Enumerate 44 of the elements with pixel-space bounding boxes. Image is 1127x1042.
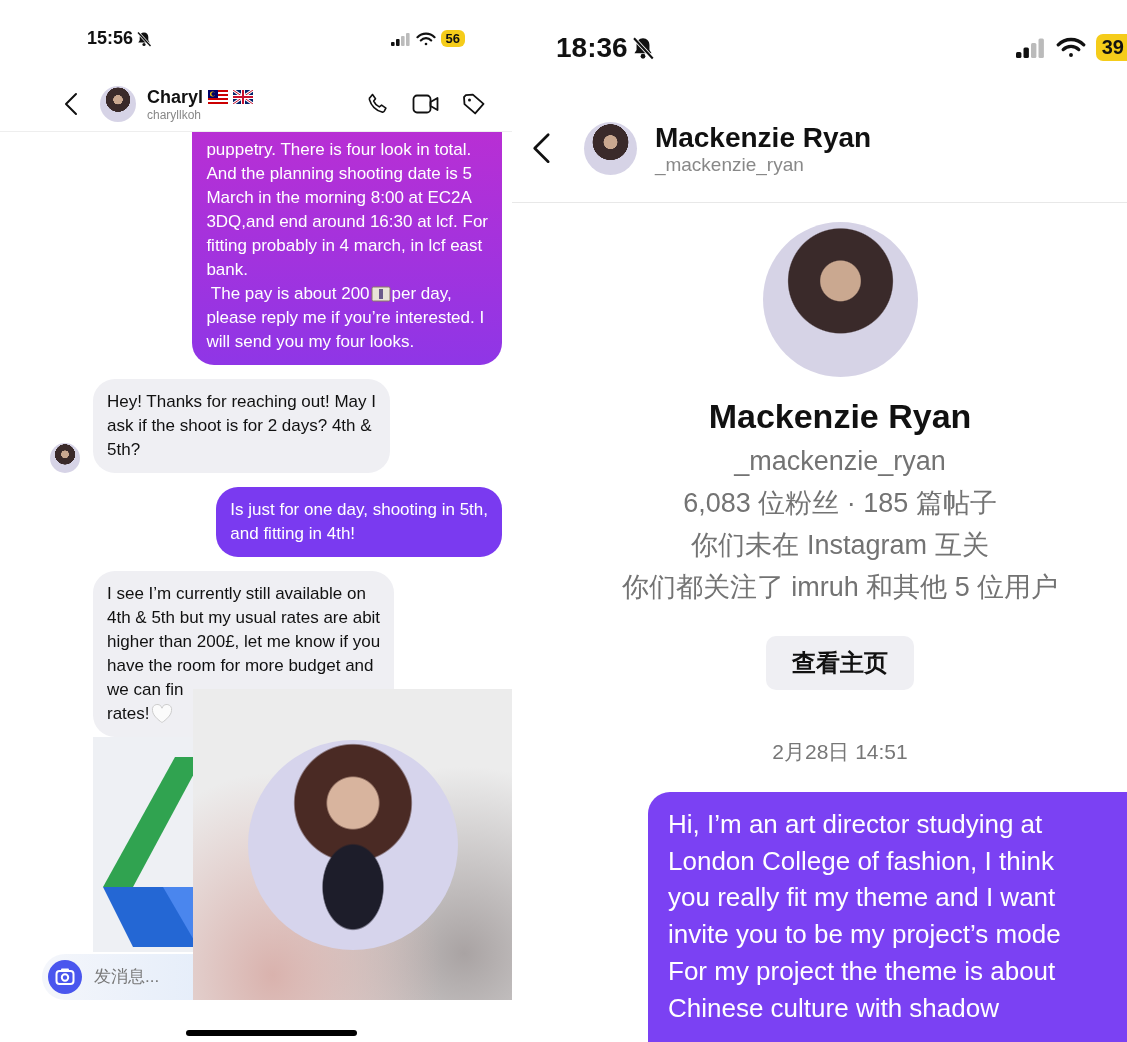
flag-icon [208, 90, 229, 104]
view-profile-button[interactable]: 查看主页 [766, 636, 914, 690]
image-attachment[interactable] [93, 737, 193, 952]
wifi-icon [415, 31, 436, 46]
message-text: please reply me if you’re interested. I will send you my four looks. [206, 307, 485, 353]
profile-name: Mackenzie Ryan [708, 397, 972, 436]
message-text: puppetry. There is four look in total. And the planning shooting date is 5 March in the morning 8:00 at EC2A 3DQ,and end around 16:30 at lcf. For fitting probably in 4 march, in lcf east bank. [206, 139, 488, 281]
status-time: 18:36 [556, 31, 628, 64]
message-text: Hi, I’m an art director studying at London College of fashion, I think you really fit my theme and I want invite you to be my project’s mode For my project the theme is about Chinese culture with shadow [668, 808, 1062, 1025]
message-text: The pay is about 200 [209, 283, 370, 305]
username: charyllkoh [147, 107, 203, 122]
message-text: Is just for one day, shooting in 5th, and fitting in 4th! [230, 499, 488, 545]
signal-icon [1015, 37, 1046, 58]
phone-icon[interactable] [366, 92, 390, 116]
status-time: 15:56 [87, 28, 134, 49]
flag-icon [233, 90, 254, 104]
avatar-photo-placeholder [50, 443, 80, 473]
banknote-icon [370, 286, 391, 302]
back-icon[interactable] [64, 92, 78, 116]
avatar-photo-placeholder [100, 86, 136, 122]
muted-bell-icon [136, 30, 153, 47]
mutual-follows: 你们都关注了 imruh 和其他 5 位用户 [621, 571, 1059, 604]
message-text: per day, [391, 283, 452, 305]
follower-stats: 6,083 位粉丝 · 185 篇帖子 [683, 487, 997, 520]
camera-icon[interactable] [48, 960, 82, 994]
username: _mackenzie_ryan [654, 153, 805, 176]
video-camera-icon[interactable] [412, 93, 440, 115]
signal-icon [390, 31, 411, 46]
message-text: Hey! Thanks for reaching out! May I ask if the shoot is for 2 days? 4th & 5th? [107, 391, 376, 461]
tag-icon[interactable] [462, 92, 486, 116]
battery-level: 56 [440, 30, 465, 47]
profile-username: _mackenzie_ryan [734, 445, 946, 478]
avatar-photo-placeholder [583, 122, 637, 175]
contact-name: Mackenzie Ryan [654, 121, 872, 154]
muted-bell-icon [630, 35, 655, 60]
message-text: rates! [107, 703, 150, 725]
mutual-status: 你们未在 Instagram 互关 [691, 529, 989, 562]
heart-icon [150, 704, 173, 724]
timestamp: 2月28日 14:51 [772, 739, 908, 765]
wifi-icon [1055, 37, 1086, 58]
message-field[interactable]: 发消息... [94, 967, 186, 987]
battery-level: 39 [1095, 34, 1127, 61]
contact-name: Charyl [147, 86, 204, 108]
back-icon[interactable] [532, 132, 551, 165]
